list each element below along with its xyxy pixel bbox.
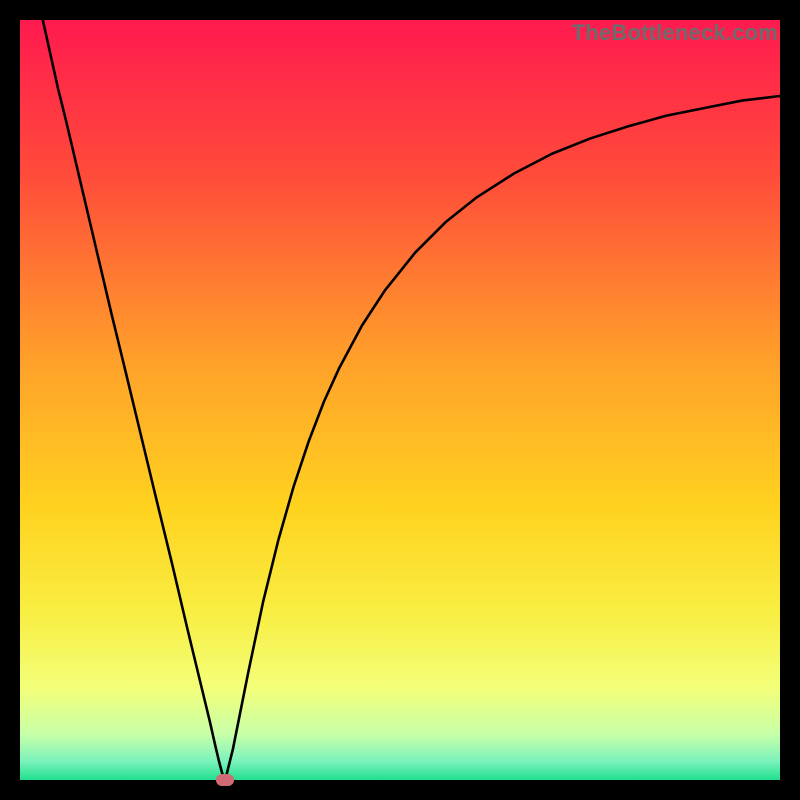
watermark-text: TheBottleneck.com — [572, 20, 778, 46]
optimal-marker — [216, 774, 234, 786]
chart-frame: TheBottleneck.com — [20, 20, 780, 780]
gradient-background — [20, 20, 780, 780]
chart-canvas — [20, 20, 780, 780]
